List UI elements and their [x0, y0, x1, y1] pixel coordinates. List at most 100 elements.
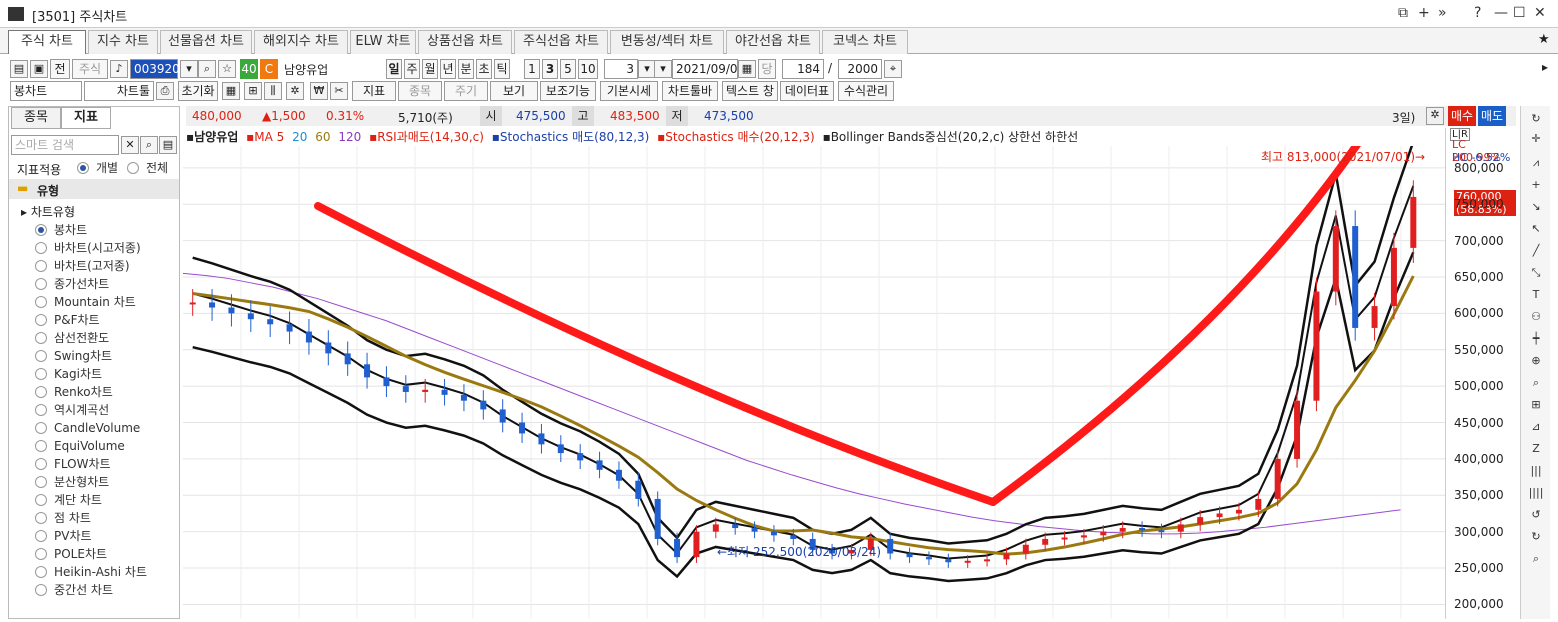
- add-icon[interactable]: +: [1418, 5, 1430, 21]
- clear-icon[interactable]: ✕: [121, 136, 139, 154]
- pin-icon[interactable]: ★: [1538, 32, 1550, 47]
- minimize-icon[interactable]: —: [1494, 5, 1508, 21]
- num-1[interactable]: 1: [524, 59, 540, 79]
- trend-icon[interactable]: ⩘: [1527, 156, 1545, 172]
- stock-type-button[interactable]: 주식: [72, 59, 108, 79]
- chart-zoom-icon[interactable]: ⊞: [1527, 398, 1545, 414]
- tab-night-futures-chart[interactable]: 야간선옵 차트: [726, 30, 820, 54]
- chart-type-select[interactable]: 봉차트: [10, 81, 82, 101]
- favorite-icon[interactable]: ☆: [218, 60, 236, 78]
- folder-row[interactable]: ▬ 유형: [9, 179, 179, 199]
- num-10[interactable]: 10: [578, 59, 598, 79]
- prev-button[interactable]: 전: [50, 59, 70, 79]
- tab-volatility-sector-chart[interactable]: 변동성/섹터 차트: [610, 30, 724, 54]
- tab-overseas-index-chart[interactable]: 해외지수 차트: [254, 30, 348, 54]
- bell-icon[interactable]: ♪: [110, 60, 128, 78]
- help-icon[interactable]: ?: [1474, 5, 1481, 21]
- grid-icon[interactable]: ▦: [222, 82, 240, 100]
- text-tool-icon[interactable]: T: [1527, 288, 1545, 304]
- item-button[interactable]: 종목: [398, 81, 442, 101]
- bars2-icon[interactable]: ||||: [1527, 486, 1545, 502]
- interval-input[interactable]: 3: [604, 59, 638, 79]
- chart-toolbar-button[interactable]: 차트툴바: [662, 81, 718, 101]
- candle-icon[interactable]: ┿: [1527, 332, 1545, 348]
- formula-button[interactable]: 수식관리: [838, 81, 894, 101]
- period-button[interactable]: 주기: [444, 81, 488, 101]
- maximize-icon[interactable]: ☐: [1513, 5, 1526, 21]
- period-week[interactable]: 주: [404, 59, 420, 79]
- redo-icon[interactable]: ↻: [1527, 530, 1545, 546]
- zoom-in-icon[interactable]: ⊕: [1527, 354, 1545, 370]
- settings-icon[interactable]: ✲: [286, 82, 304, 100]
- aux-function-button[interactable]: 보조기능: [540, 81, 596, 101]
- total-input[interactable]: 2000: [838, 59, 882, 79]
- measure-icon[interactable]: ⊿: [1527, 420, 1545, 436]
- num-3[interactable]: 3: [542, 59, 558, 79]
- cross-line-icon[interactable]: +: [1527, 178, 1545, 194]
- z-icon[interactable]: Z: [1527, 442, 1545, 458]
- close-icon[interactable]: ✕: [1534, 5, 1546, 21]
- price-axis[interactable]: L|R LC 200.99% HC -6.52% 760,000 (58.83%…: [1445, 128, 1517, 619]
- tab-index-chart[interactable]: 지수 차트: [88, 30, 158, 54]
- split-icon[interactable]: ⫼: [264, 82, 282, 100]
- period-minute[interactable]: 분: [458, 59, 474, 79]
- tab-elw-chart[interactable]: ELW 차트: [350, 30, 416, 54]
- tab-items[interactable]: 종목: [11, 107, 61, 129]
- buy-button[interactable]: 매수: [1448, 106, 1476, 126]
- interval-dropdown2-icon[interactable]: ▾: [654, 60, 672, 78]
- pointer-icon[interactable]: ↖: [1527, 222, 1545, 238]
- line-tool-icon[interactable]: ↘: [1527, 200, 1545, 216]
- expand-right-icon[interactable]: ▸: [1542, 60, 1548, 74]
- won-icon[interactable]: ₩: [310, 82, 328, 100]
- stock-code-input[interactable]: 003920: [130, 59, 180, 79]
- price-chart[interactable]: 최고 813,000(2021/07/01)→ ←최저 252,500(2020…: [182, 132, 1445, 619]
- undo-icon[interactable]: ↺: [1527, 508, 1545, 524]
- scissors-icon[interactable]: ✂: [330, 82, 348, 100]
- count-input[interactable]: 184: [782, 59, 824, 79]
- search-icon[interactable]: ⌕: [198, 60, 216, 78]
- auto-icon[interactable]: ⤡: [1527, 266, 1545, 282]
- refresh-icon[interactable]: ↻: [1527, 112, 1545, 128]
- bars-icon[interactable]: |||: [1527, 464, 1545, 480]
- smart-search-input[interactable]: 스마트 검색: [11, 135, 119, 155]
- group-label[interactable]: ▸ 차트유형: [21, 203, 75, 220]
- dropdown-icon[interactable]: ▾: [180, 60, 198, 78]
- data-table-button[interactable]: 데이터표: [780, 81, 834, 101]
- basic-quote-button[interactable]: 기본시세: [600, 81, 658, 101]
- tab-indicators[interactable]: 지표: [61, 107, 111, 129]
- chart-tool-select[interactable]: 차트툴: [84, 81, 154, 101]
- view-button[interactable]: 보기: [490, 81, 538, 101]
- config-icon[interactable]: ✲: [1426, 107, 1444, 125]
- layout-icon[interactable]: ▤: [10, 60, 28, 78]
- tab-konex-chart[interactable]: 코넥스 차트: [822, 30, 908, 54]
- period-year[interactable]: 년: [440, 59, 456, 79]
- menu-icon[interactable]: ▤: [159, 136, 177, 154]
- crosshair-icon[interactable]: ✛: [1527, 132, 1545, 148]
- period-second[interactable]: 초: [476, 59, 492, 79]
- num-5[interactable]: 5: [560, 59, 576, 79]
- period-day[interactable]: 일: [386, 59, 402, 79]
- more-icon[interactable]: »: [1438, 5, 1447, 21]
- text-window-button[interactable]: 텍스트 창: [722, 81, 778, 101]
- period-tick[interactable]: 틱: [494, 59, 510, 79]
- reset-button[interactable]: 초기화: [178, 81, 218, 101]
- table-icon[interactable]: ⊞: [244, 82, 262, 100]
- restore-icon[interactable]: ⧉: [1398, 5, 1408, 21]
- period-month[interactable]: 월: [422, 59, 438, 79]
- calendar-icon[interactable]: ▦: [738, 60, 756, 78]
- sell-button[interactable]: 매도: [1478, 106, 1506, 126]
- tab-stock-chart[interactable]: 주식 차트: [8, 30, 86, 54]
- print-icon[interactable]: ⎙: [156, 82, 174, 100]
- save-icon[interactable]: ▣: [30, 60, 48, 78]
- diagonal-icon[interactable]: ╱: [1527, 244, 1545, 260]
- tab-futures-options-chart[interactable]: 선물옵션 차트: [160, 30, 252, 54]
- date-input[interactable]: 2021/09/09: [672, 59, 745, 79]
- search-icon[interactable]: ⌕: [140, 136, 158, 154]
- magnify-icon[interactable]: ⌕: [1527, 552, 1545, 568]
- zoom-icon[interactable]: ⌖: [884, 60, 902, 78]
- zoom-search-icon[interactable]: ⌕: [1527, 376, 1545, 392]
- today-button[interactable]: 당: [758, 59, 776, 79]
- tab-commodity-chart[interactable]: 상품선옵 차트: [418, 30, 512, 54]
- tab-stock-futures-chart[interactable]: 주식선옵 차트: [514, 30, 608, 54]
- all-icon[interactable]: ⚇: [1527, 310, 1545, 326]
